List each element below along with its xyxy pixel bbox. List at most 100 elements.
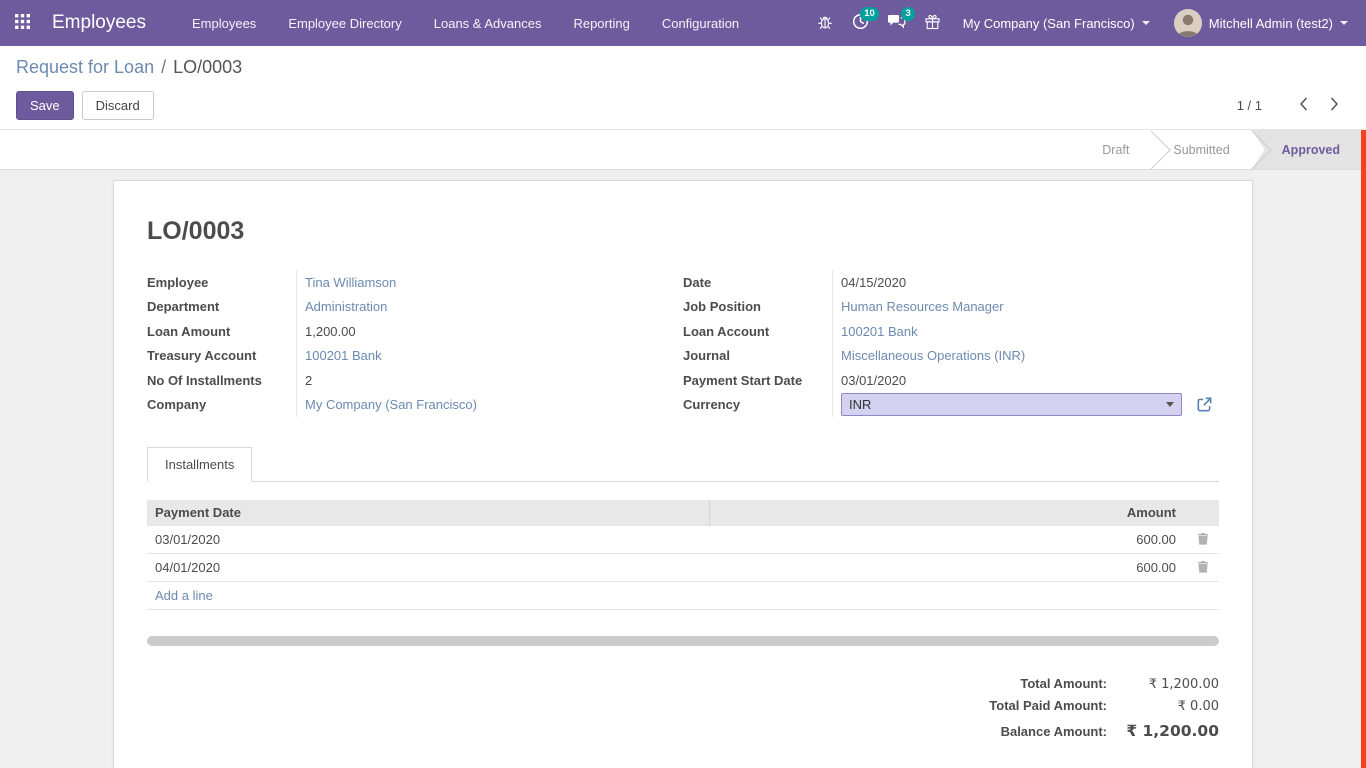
balance-amount-row: Balance Amount: ₹ 1,200.00 xyxy=(1001,722,1219,740)
bug-icon xyxy=(817,14,833,33)
breadcrumb-current: LO/0003 xyxy=(173,57,242,77)
amount-cell[interactable]: 600.00 xyxy=(710,526,1186,554)
user-menu[interactable]: Mitchell Admin (test2) xyxy=(1162,0,1360,46)
horizontal-scrollbar[interactable] xyxy=(147,636,1219,646)
chevron-right-icon xyxy=(1330,97,1339,114)
field-treasury-account: Treasury Account 100201 Bank xyxy=(147,344,683,369)
tab-installments[interactable]: Installments xyxy=(147,447,252,482)
add-line-row: Add a line xyxy=(147,582,1219,610)
total-paid-amount-value: ₹ 0.00 xyxy=(1107,699,1219,714)
company-link[interactable]: My Company (San Francisco) xyxy=(305,397,477,412)
loan-account-link[interactable]: 100201 Bank xyxy=(841,324,918,339)
statusbar-step-submitted[interactable]: Submitted xyxy=(1151,130,1251,169)
debug-bug-button[interactable] xyxy=(807,0,843,46)
pager-counter: 1 / 1 xyxy=(1237,98,1262,113)
main-menu: Employees Employee Directory Loans & Adv… xyxy=(176,0,755,46)
field-payment-start-date: Payment Start Date 03/01/2020 xyxy=(683,368,1219,393)
field-group-left: Employee Tina Williamson Department Admi… xyxy=(147,270,683,417)
company-switcher[interactable]: My Company (San Francisco) xyxy=(951,0,1162,46)
installments-list: Payment Date Amount 03/01/2020 600.00 xyxy=(147,500,1219,646)
record-title: LO/0003 xyxy=(147,217,1219,246)
journal-link[interactable]: Miscellaneous Operations (INR) xyxy=(841,348,1025,363)
top-navbar: Employees Employees Employee Directory L… xyxy=(0,0,1366,46)
column-header-amount[interactable]: Amount xyxy=(710,500,1186,526)
external-link-icon[interactable] xyxy=(1196,396,1213,413)
discard-button[interactable]: Discard xyxy=(82,91,154,120)
field-installments-count: No Of Installments 2 xyxy=(147,368,683,393)
trash-icon xyxy=(1197,561,1209,576)
messages-button[interactable]: 3 xyxy=(879,0,915,46)
nav-item-employee-directory[interactable]: Employee Directory xyxy=(272,0,417,46)
treasury-account-link[interactable]: 100201 Bank xyxy=(305,348,382,363)
job-position-link[interactable]: Human Resources Manager xyxy=(841,299,1004,314)
user-name: Mitchell Admin (test2) xyxy=(1209,16,1333,31)
balance-amount-value: ₹ 1,200.00 xyxy=(1107,722,1219,740)
statusbar-step-draft[interactable]: Draft xyxy=(1080,130,1151,169)
employee-link[interactable]: Tina Williamson xyxy=(305,275,396,290)
statusbar: Draft Submitted Approved xyxy=(1080,130,1366,169)
form-sheet: LO/0003 Employee Tina Williamson Departm… xyxy=(113,180,1253,768)
apps-menu-button[interactable] xyxy=(0,0,44,46)
statusbar-step-approved[interactable]: Approved xyxy=(1252,130,1366,169)
loan-amount-value[interactable]: 1,200.00 xyxy=(305,324,356,339)
field-group: Employee Tina Williamson Department Admi… xyxy=(147,270,1219,417)
nav-item-loans-advances[interactable]: Loans & Advances xyxy=(418,0,558,46)
control-panel: Request for Loan / LO/0003 Save Discard 1 … xyxy=(0,46,1366,130)
pager-previous-button[interactable] xyxy=(1288,97,1319,114)
navbar-systray: 10 3 My Company (San Francis xyxy=(807,0,1366,46)
amount-cell[interactable]: 600.00 xyxy=(710,554,1186,582)
nav-item-reporting[interactable]: Reporting xyxy=(557,0,645,46)
total-amount-row: Total Amount: ₹ 1,200.00 xyxy=(1020,676,1219,692)
date-value[interactable]: 04/15/2020 xyxy=(841,275,906,290)
breadcrumb-parent-link[interactable]: Request for Loan xyxy=(16,57,154,77)
delete-row-button[interactable] xyxy=(1197,560,1209,576)
company-name: My Company (San Francisco) xyxy=(963,16,1135,31)
field-job-position: Job Position Human Resources Manager xyxy=(683,295,1219,320)
gift-button[interactable] xyxy=(915,0,951,46)
field-employee: Employee Tina Williamson xyxy=(147,270,683,295)
app-title[interactable]: Employees xyxy=(52,12,146,34)
field-company: Company My Company (San Francisco) xyxy=(147,393,683,418)
currency-select[interactable]: INR xyxy=(841,393,1182,416)
save-button[interactable]: Save xyxy=(16,91,74,120)
pager: 1 / 1 xyxy=(1237,97,1350,114)
apps-grid-icon xyxy=(15,14,30,32)
chevron-down-icon xyxy=(1340,21,1348,25)
field-loan-amount: Loan Amount 1,200.00 xyxy=(147,319,683,344)
delete-row-button[interactable] xyxy=(1197,532,1209,548)
field-group-right: Date 04/15/2020 Job Position Human Resou… xyxy=(683,270,1219,417)
form-view: LO/0003 Employee Tina Williamson Departm… xyxy=(0,170,1366,768)
payment-date-cell[interactable]: 04/01/2020 xyxy=(147,554,710,582)
notebook-tabs: Installments xyxy=(147,447,1219,482)
activities-button[interactable]: 10 xyxy=(843,0,879,46)
installments-count-value[interactable]: 2 xyxy=(305,373,312,388)
nav-item-configuration[interactable]: Configuration xyxy=(646,0,755,46)
field-currency: Currency INR xyxy=(683,393,1219,418)
statusbar-row: Draft Submitted Approved xyxy=(0,130,1366,170)
breadcrumb-separator: / xyxy=(161,57,166,77)
payment-date-cell[interactable]: 03/01/2020 xyxy=(147,526,710,554)
avatar xyxy=(1174,9,1202,37)
installment-row: 03/01/2020 600.00 xyxy=(147,526,1219,554)
chevron-down-icon xyxy=(1142,21,1150,25)
nav-item-employees[interactable]: Employees xyxy=(176,0,272,46)
chevron-down-icon xyxy=(1166,402,1174,407)
add-a-line-link[interactable]: Add a line xyxy=(155,588,213,603)
payment-start-date-value[interactable]: 03/01/2020 xyxy=(841,373,906,388)
right-scroll-indicator[interactable] xyxy=(1361,130,1366,768)
trash-icon xyxy=(1197,533,1209,548)
field-date: Date 04/15/2020 xyxy=(683,270,1219,295)
total-paid-amount-row: Total Paid Amount: ₹ 0.00 xyxy=(989,698,1219,714)
gift-icon xyxy=(925,14,940,33)
column-header-payment-date[interactable]: Payment Date xyxy=(147,500,710,526)
field-department: Department Administration xyxy=(147,295,683,320)
activities-badge: 10 xyxy=(860,7,879,21)
department-link[interactable]: Administration xyxy=(305,299,387,314)
installment-row: 04/01/2020 600.00 xyxy=(147,554,1219,582)
breadcrumb: Request for Loan / LO/0003 xyxy=(16,57,1350,78)
pager-next-button[interactable] xyxy=(1319,97,1350,114)
list-header-row: Payment Date Amount xyxy=(147,500,1219,526)
messages-badge: 3 xyxy=(901,7,914,21)
field-loan-account: Loan Account 100201 Bank xyxy=(683,319,1219,344)
currency-selected-value: INR xyxy=(849,397,871,412)
